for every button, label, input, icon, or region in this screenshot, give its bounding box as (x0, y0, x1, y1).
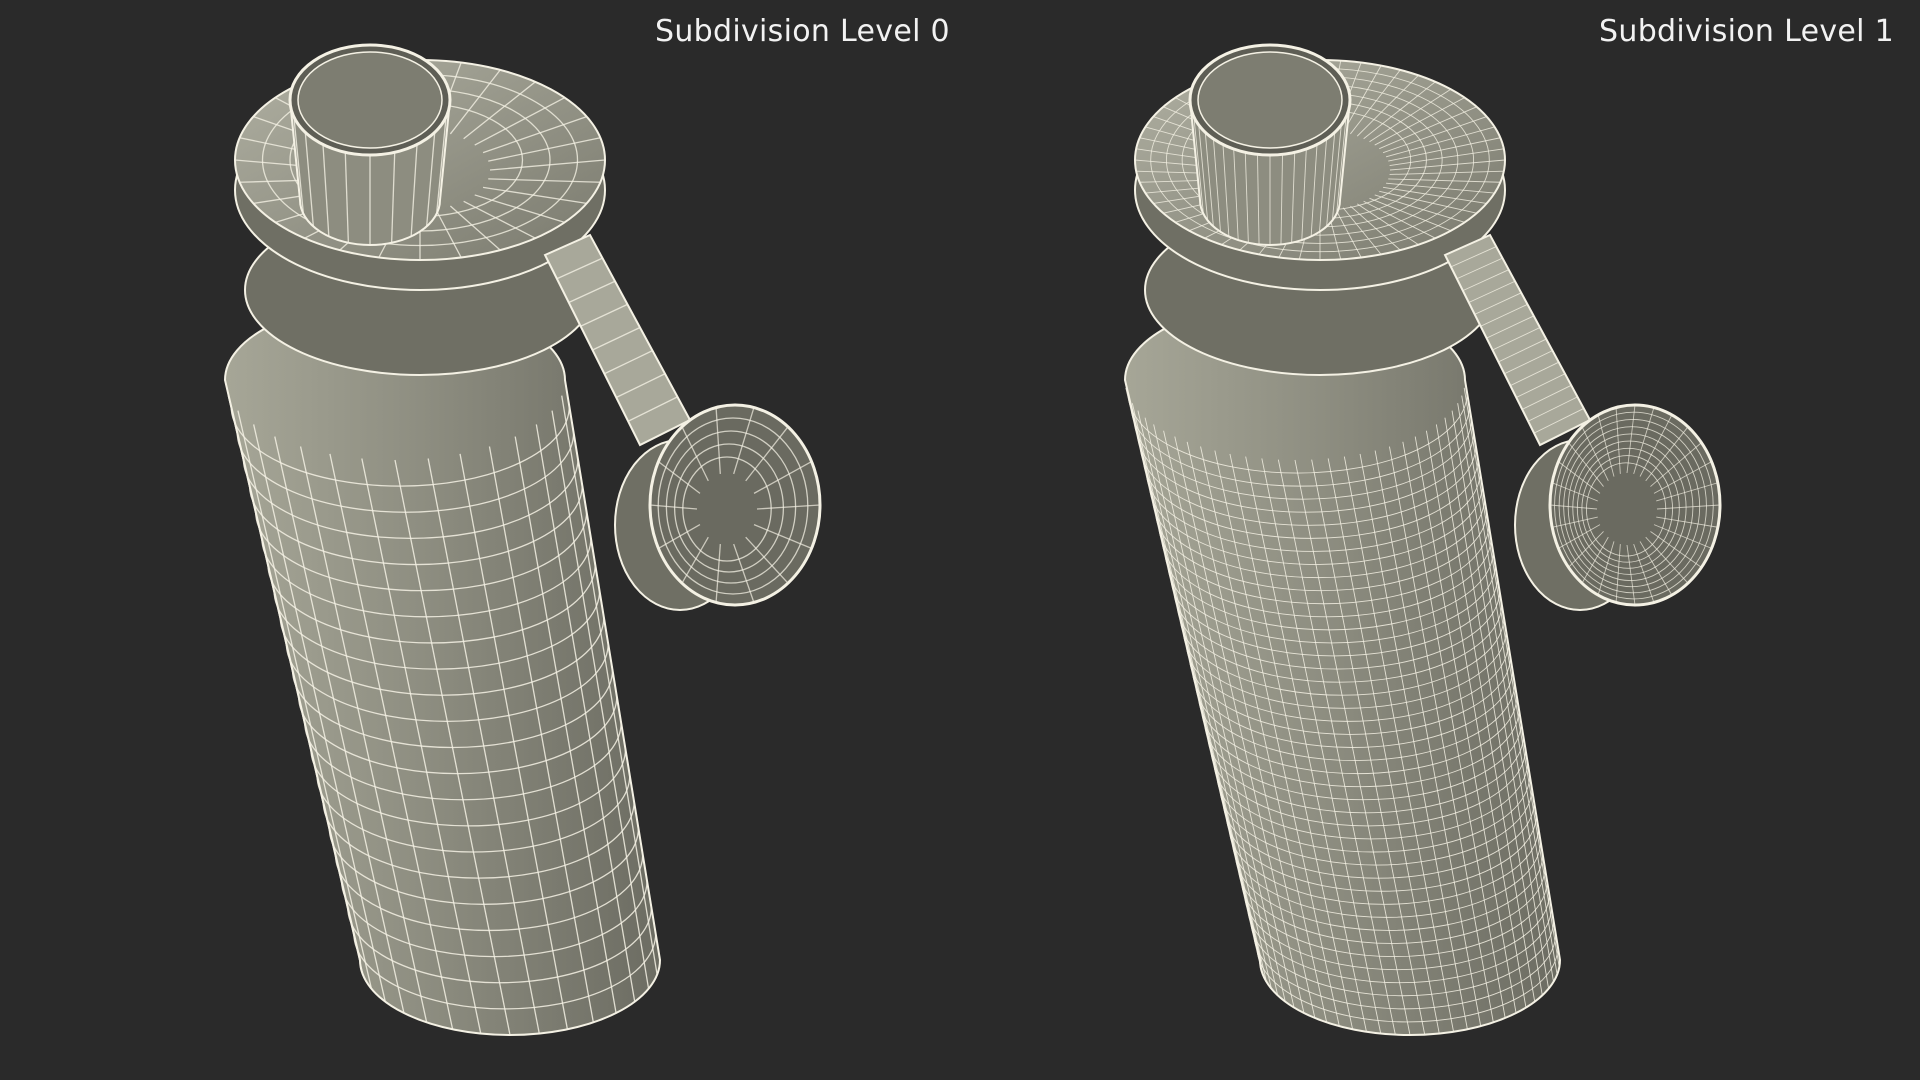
bottle-subdivision-0 (223, 43, 822, 1036)
render-viewport: Subdivision Level 0 Subdivision Level 1 (0, 0, 1920, 1080)
wireframe-scene (223, 43, 1722, 1036)
bottle-subdivision-1 (1123, 43, 1722, 1036)
